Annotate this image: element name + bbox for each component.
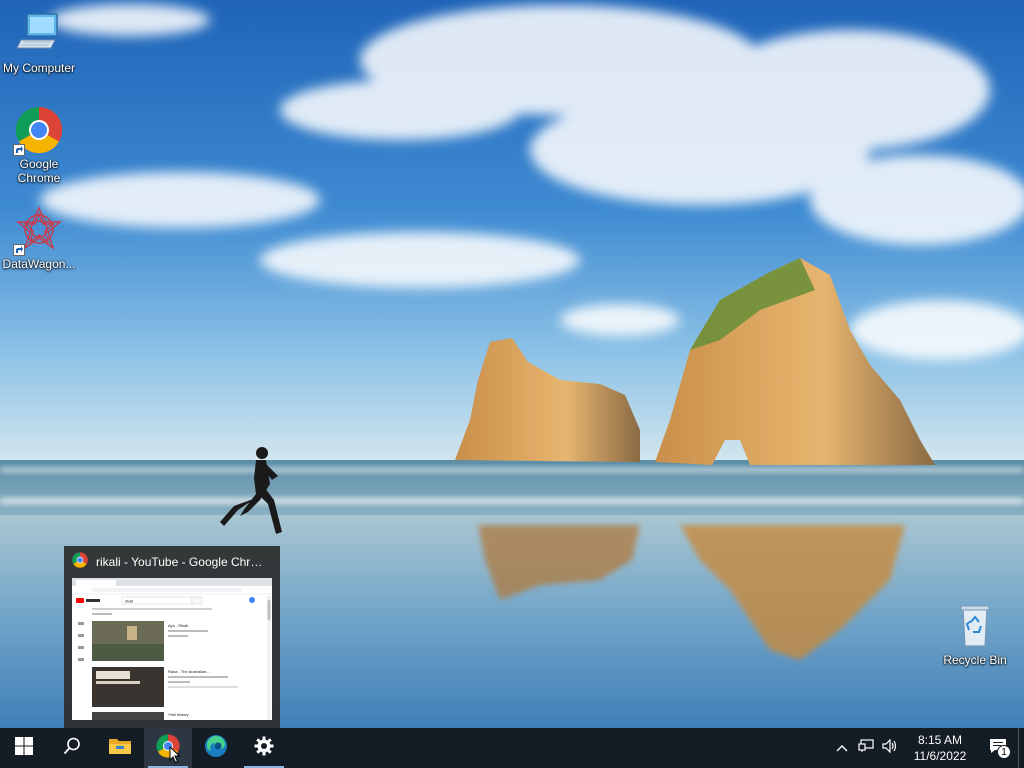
computer-icon [15, 10, 63, 58]
notification-count-badge: 1 [997, 745, 1011, 759]
speaker-icon [882, 738, 898, 758]
desktop-icon-datawagon[interactable]: DataWagon... [0, 206, 78, 271]
edge-icon [204, 734, 228, 763]
clock-time: 8:15 AM [917, 733, 963, 747]
clock-date: 11/6/2022 [913, 749, 967, 763]
datawagon-icon [13, 206, 63, 256]
show-hidden-icons-button[interactable] [830, 728, 854, 768]
desktop-icon-label: DataWagon... [2, 257, 76, 271]
start-button[interactable] [0, 728, 48, 768]
desktop-icon-label: My Computer [2, 61, 76, 75]
preview-window-title: rikali - YouTube - Google Chro... [96, 555, 266, 569]
thumb-result-title: Ytali history [168, 712, 189, 717]
taskbar: 8:15 AM 11/6/2022 1 [0, 728, 1024, 768]
gear-icon [254, 736, 274, 761]
chrome-button[interactable] [144, 728, 192, 768]
folder-icon [108, 736, 132, 761]
preview-header: rikali - YouTube - Google Chro... [64, 546, 280, 578]
action-center-button[interactable]: 1 [978, 728, 1018, 768]
chrome-icon [13, 106, 63, 156]
thumb-result-title: Raka - The Australian... [168, 669, 210, 674]
clock[interactable]: 8:15 AM 11/6/2022 [902, 728, 978, 768]
search-button[interactable] [48, 728, 96, 768]
preview-thumbnail[interactable]: rikali Ayo - Rikali Raka - The Australia… [72, 578, 272, 720]
shortcut-arrow-icon [13, 244, 25, 256]
desktop-icon-google-chrome[interactable]: Google Chrome [0, 106, 78, 185]
desktop-icon-my-computer[interactable]: My Computer [0, 10, 78, 75]
show-desktop-button[interactable] [1018, 728, 1024, 768]
desktop-icon-label: Recycle Bin [943, 653, 1007, 667]
windows-logo-icon [15, 736, 33, 760]
network-icon [858, 738, 874, 758]
chrome-icon [72, 551, 88, 573]
shortcut-arrow-icon [13, 144, 25, 156]
thumb-search-term: rikali [125, 599, 133, 604]
search-icon [63, 737, 81, 760]
network-button[interactable] [854, 728, 878, 768]
chevron-up-icon [836, 739, 848, 757]
recycle-bin-icon [951, 602, 999, 650]
system-tray: 8:15 AM 11/6/2022 1 [830, 728, 1024, 768]
edge-button[interactable] [192, 728, 240, 768]
volume-button[interactable] [878, 728, 902, 768]
desktop-icon-recycle-bin[interactable]: Recycle Bin [936, 602, 1014, 667]
thumb-result-title: Ayo - Rikali [168, 623, 188, 628]
file-explorer-button[interactable] [96, 728, 144, 768]
settings-button[interactable] [240, 728, 288, 768]
desktop-icon-label: Google Chrome [17, 157, 61, 185]
mouse-cursor-icon [169, 745, 181, 768]
chrome-window-preview[interactable]: rikali - YouTube - Google Chro... rikali [64, 546, 280, 728]
